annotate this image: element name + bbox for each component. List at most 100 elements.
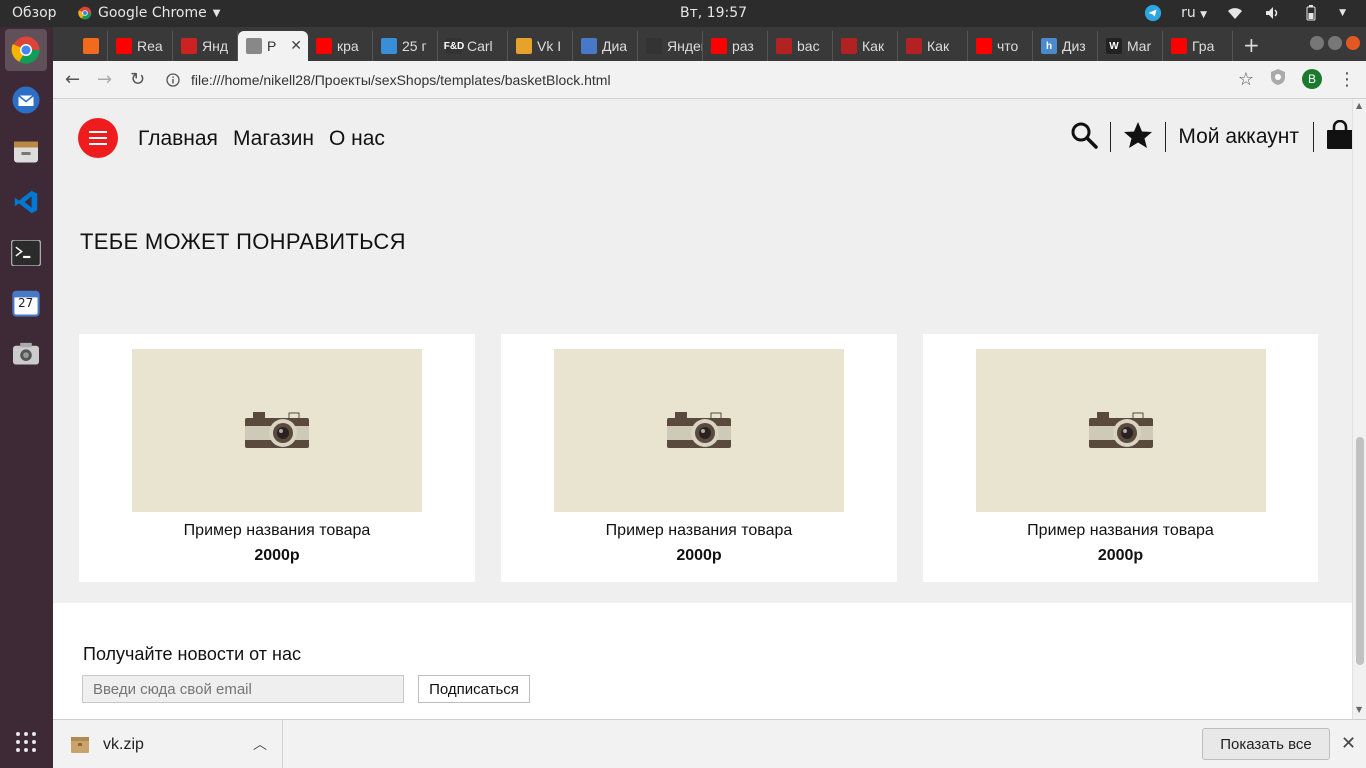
- toolbar-actions: ☆ В ⋮: [1238, 68, 1356, 90]
- browser-tab[interactable]: 25 г: [373, 31, 438, 61]
- browser-tab[interactable]: Гра: [1163, 31, 1233, 61]
- dock-chrome[interactable]: [5, 29, 47, 71]
- address-bar[interactable]: file:///home/nikell28/Проекты/sexShops/t…: [163, 66, 1243, 94]
- divider: [1313, 122, 1314, 152]
- minimize-button[interactable]: [1310, 36, 1324, 50]
- tab-title: Vk I: [537, 38, 562, 54]
- dock-vscode[interactable]: [5, 181, 47, 223]
- tab-favicon-icon: [83, 38, 99, 54]
- shopping-bag-icon[interactable]: [1326, 119, 1352, 155]
- volume-icon[interactable]: [1263, 3, 1283, 23]
- scrollbar-thumb[interactable]: [1356, 437, 1364, 665]
- dock-show-apps[interactable]: [5, 721, 47, 763]
- nav-home[interactable]: Главная: [138, 127, 218, 151]
- tab-favicon-icon: h: [1041, 38, 1057, 54]
- nav-about[interactable]: О нас: [329, 127, 385, 151]
- email-input[interactable]: [82, 675, 404, 703]
- tab-title: Как: [927, 38, 950, 54]
- subscribe-button[interactable]: Подписаться: [418, 675, 530, 703]
- browser-tab[interactable]: h Диз: [1033, 31, 1098, 61]
- browser-tab[interactable]: P ✕: [238, 31, 308, 61]
- browser-tab[interactable]: Яндекс: [638, 31, 703, 61]
- language-indicator[interactable]: ru ▼: [1181, 5, 1207, 21]
- product-image: [554, 349, 844, 512]
- battery-icon[interactable]: [1301, 3, 1321, 23]
- browser-tab[interactable]: W Mar: [1098, 31, 1163, 61]
- info-icon[interactable]: [163, 70, 183, 90]
- browser-window: + ReaЯндP✕ кра 25 гF&DCarl Vk I Диа Яндексраз…: [53, 27, 1366, 768]
- telegram-icon[interactable]: [1143, 3, 1163, 23]
- close-window-button[interactable]: [1346, 36, 1360, 50]
- terminal-icon: [11, 240, 41, 266]
- tab-favicon-icon: [116, 38, 132, 54]
- close-icon[interactable]: ✕: [1341, 733, 1356, 754]
- bookmark-star-icon[interactable]: ☆: [1238, 69, 1254, 90]
- browser-tab[interactable]: Как: [898, 31, 968, 61]
- app-menu[interactable]: Google Chrome ▼: [78, 5, 220, 21]
- product-card[interactable]: Пример названия товара 2000р: [501, 334, 897, 582]
- browser-tab[interactable]: Как: [833, 31, 898, 61]
- browser-tab[interactable]: кра: [308, 31, 373, 61]
- forward-button[interactable]: →: [97, 69, 112, 90]
- chevron-up-icon[interactable]: ︿: [253, 734, 267, 754]
- menu-line: [89, 137, 107, 139]
- tab-title: кра: [337, 38, 359, 54]
- tab-title: Carl: [467, 38, 493, 54]
- browser-tab[interactable]: Vk I: [508, 31, 573, 61]
- maximize-button[interactable]: [1328, 36, 1342, 50]
- product-card[interactable]: Пример названия товара 2000р: [923, 334, 1318, 582]
- tab-title: что: [997, 38, 1019, 54]
- tab-favicon-icon: [246, 38, 262, 54]
- product-card[interactable]: Пример названия товара 2000р: [79, 334, 475, 582]
- main-nav: Главная Магазин О нас: [138, 127, 385, 151]
- apps-grid-icon: [16, 732, 36, 752]
- product-name[interactable]: Пример названия товара: [923, 522, 1318, 540]
- browser-tab[interactable]: Диа: [573, 31, 638, 61]
- camera-icon: [667, 411, 731, 448]
- calendar-day: 27: [18, 296, 34, 310]
- activities-button[interactable]: Обзор: [12, 5, 57, 21]
- dock-calendar[interactable]: 27: [5, 282, 47, 324]
- page-scrollbar[interactable]: ▲ ▼: [1352, 99, 1366, 719]
- back-button[interactable]: ←: [65, 69, 80, 90]
- tab-favicon-icon: [581, 38, 597, 54]
- product-name[interactable]: Пример названия товара: [79, 522, 475, 540]
- browser-tab[interactable]: что: [968, 31, 1033, 61]
- show-all-downloads-button[interactable]: Показать все: [1202, 728, 1330, 760]
- browser-tab[interactable]: F&D Carl: [438, 31, 508, 61]
- favorites-star-icon[interactable]: [1123, 121, 1153, 154]
- product-image: [976, 349, 1266, 512]
- scroll-up-arrow[interactable]: ▲: [1356, 101, 1362, 110]
- close-tab-icon[interactable]: ✕: [290, 37, 302, 54]
- hamburger-menu-button[interactable]: [78, 118, 118, 158]
- browser-tab[interactable]: Rea: [108, 31, 173, 61]
- product-price: 2000р: [676, 547, 722, 564]
- dock-files[interactable]: [5, 131, 47, 173]
- dock-terminal[interactable]: [5, 232, 47, 274]
- nav-shop[interactable]: Магазин: [233, 127, 314, 151]
- search-icon[interactable]: [1070, 121, 1099, 154]
- dock-thunderbird[interactable]: [5, 79, 47, 121]
- tab-title: Яндекс: [667, 38, 702, 54]
- browser-tab[interactable]: bac: [768, 31, 833, 61]
- download-item[interactable]: vk.zip ︿: [53, 720, 283, 768]
- scroll-down-arrow[interactable]: ▼: [1356, 705, 1362, 714]
- screenshot-icon: [13, 342, 39, 365]
- menu-kebab-icon[interactable]: ⋮: [1338, 69, 1356, 90]
- wifi-icon[interactable]: [1225, 3, 1245, 23]
- new-tab-button[interactable]: +: [1243, 33, 1260, 57]
- browser-tab[interactable]: раз: [703, 31, 768, 61]
- browser-tab[interactable]: [75, 31, 108, 61]
- download-filename: vk.zip: [103, 735, 144, 753]
- dock-screenshot[interactable]: [5, 332, 47, 374]
- browser-tab[interactable]: Янд: [173, 31, 238, 61]
- reload-button[interactable]: ↻: [130, 69, 145, 90]
- chevron-down-icon[interactable]: ▼: [1339, 8, 1346, 18]
- profile-avatar[interactable]: В: [1302, 69, 1322, 89]
- language-label: ru: [1181, 5, 1196, 21]
- account-link[interactable]: Мой аккаунт: [1178, 125, 1299, 149]
- clock[interactable]: Вт, 19:57: [680, 5, 747, 21]
- product-name[interactable]: Пример названия товара: [501, 522, 897, 540]
- extension-shield-icon[interactable]: [1270, 68, 1286, 90]
- chrome-icon: [78, 6, 92, 20]
